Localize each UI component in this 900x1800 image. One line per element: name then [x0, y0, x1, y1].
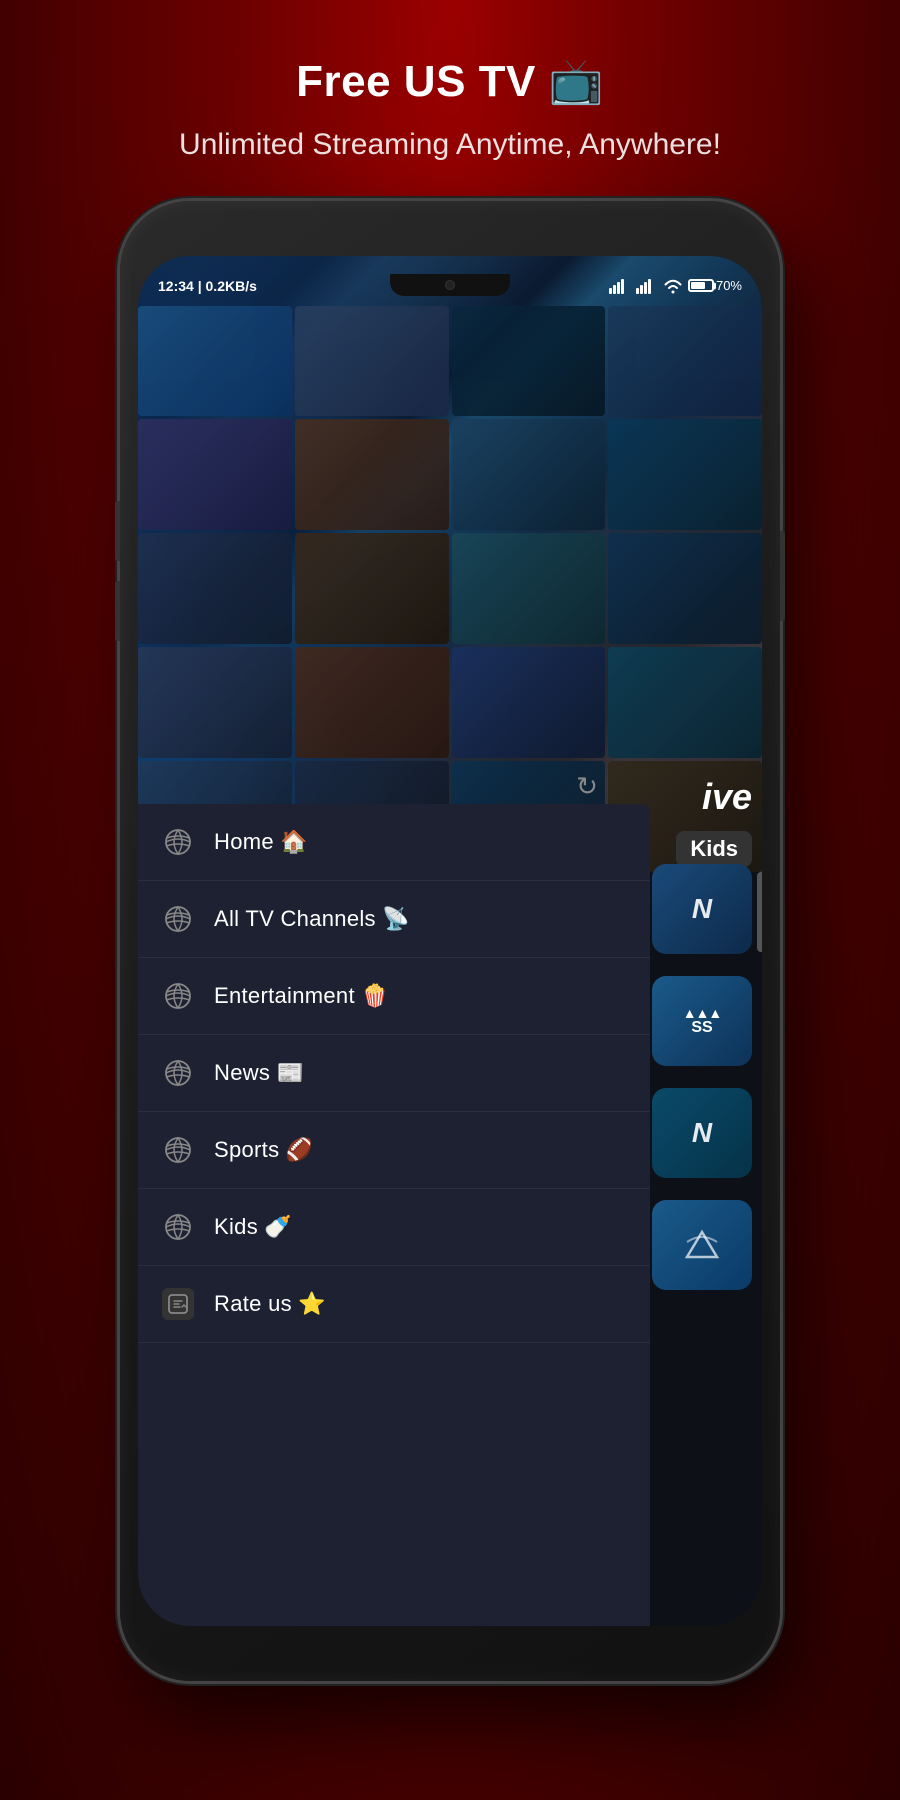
- nav-item-sports[interactable]: Sports 🏈: [138, 1112, 650, 1189]
- status-icons: 70%: [609, 278, 742, 294]
- channel-icon-3[interactable]: N: [652, 1088, 752, 1178]
- navigation-drawer: Home 🏠 All TV Channels 📡: [138, 804, 650, 1626]
- hero-banner: [138, 256, 762, 873]
- thumb-14: [295, 647, 449, 758]
- app-title: Free US TV 📺: [0, 55, 900, 107]
- phone-screen: 12:34 | 0.2KB/s: [138, 256, 762, 1626]
- phone-notch: [390, 274, 510, 296]
- globe-icon-home: [162, 826, 194, 858]
- header-section: Free US TV 📺 Unlimited Streaming Anytime…: [0, 0, 900, 191]
- channel-icon-4[interactable]: [652, 1200, 752, 1290]
- battery-indicator: 70%: [688, 278, 742, 293]
- nav-item-rate-label: Rate us ⭐: [214, 1291, 326, 1317]
- app-subtitle: Unlimited Streaming Anytime, Anywhere!: [0, 125, 900, 166]
- wifi-icon: [663, 278, 683, 294]
- status-separator: |: [198, 278, 206, 294]
- channel-list-right: N ▲▲▲ SS N: [652, 864, 752, 1300]
- battery-fill: [691, 282, 705, 289]
- kids-tag: Kids: [676, 831, 752, 867]
- thumb-9: [138, 533, 292, 644]
- thumb-8: [608, 419, 762, 530]
- battery-percent: 70%: [716, 278, 742, 293]
- rate-icon: [162, 1288, 194, 1320]
- thumb-3: [452, 306, 606, 417]
- nav-item-entertainment-label: Entertainment 🍿: [214, 983, 389, 1009]
- nav-item-kids-label: Kids 🍼: [214, 1214, 292, 1240]
- channel-icon-2[interactable]: ▲▲▲ SS: [652, 976, 752, 1066]
- globe-icon-news: [162, 1057, 194, 1089]
- thumb-5: [138, 419, 292, 530]
- refresh-button[interactable]: ↻: [567, 766, 607, 806]
- thumb-7: [452, 419, 606, 530]
- thumb-12: [608, 533, 762, 644]
- status-time-speed: 12:34 | 0.2KB/s: [158, 278, 257, 294]
- thumb-6: [295, 419, 449, 530]
- thumb-1: [138, 306, 292, 417]
- nav-item-all-tv-label: All TV Channels 📡: [214, 906, 410, 932]
- nav-item-home[interactable]: Home 🏠: [138, 804, 650, 881]
- nav-item-news[interactable]: News 📰: [138, 1035, 650, 1112]
- scroll-handle[interactable]: [757, 872, 762, 952]
- thumb-13: [138, 647, 292, 758]
- phone-mockup: 12:34 | 0.2KB/s: [120, 201, 780, 1681]
- volume-down-button: [115, 581, 120, 641]
- nav-item-sports-label: Sports 🏈: [214, 1137, 314, 1163]
- app-content: ive Kids ↻ N ▲▲▲ SS N: [138, 256, 762, 1626]
- camera-dot: [445, 280, 455, 290]
- thumb-2: [295, 306, 449, 417]
- signal-icon-2: [636, 278, 658, 294]
- nav-item-news-label: News 📰: [214, 1060, 304, 1086]
- nav-item-kids[interactable]: Kids 🍼: [138, 1189, 650, 1266]
- battery-icon: [688, 279, 714, 292]
- thumb-4: [608, 306, 762, 417]
- battery-tip: [713, 282, 716, 289]
- thumb-15: [452, 647, 606, 758]
- nav-item-entertainment[interactable]: Entertainment 🍿: [138, 958, 650, 1035]
- tv-thumbnail-grid: [138, 256, 762, 873]
- thumb-11: [452, 533, 606, 644]
- nav-item-all-tv[interactable]: All TV Channels 📡: [138, 881, 650, 958]
- globe-icon-entertainment: [162, 980, 194, 1012]
- channel-logo-icon: [682, 1227, 722, 1262]
- channel-icon-1[interactable]: N: [652, 864, 752, 954]
- signal-icon: [609, 278, 631, 294]
- globe-icon-all-tv: [162, 903, 194, 935]
- thumb-16: [608, 647, 762, 758]
- globe-icon-kids: [162, 1211, 194, 1243]
- live-label: ive: [702, 776, 752, 818]
- power-button: [780, 531, 785, 621]
- nav-item-home-label: Home 🏠: [214, 829, 308, 855]
- volume-up-button: [115, 501, 120, 561]
- status-time: 12:34: [158, 278, 194, 294]
- globe-icon-sports: [162, 1134, 194, 1166]
- nav-item-rate[interactable]: Rate us ⭐: [138, 1266, 650, 1343]
- status-speed: 0.2KB/s: [206, 278, 257, 294]
- thumb-10: [295, 533, 449, 644]
